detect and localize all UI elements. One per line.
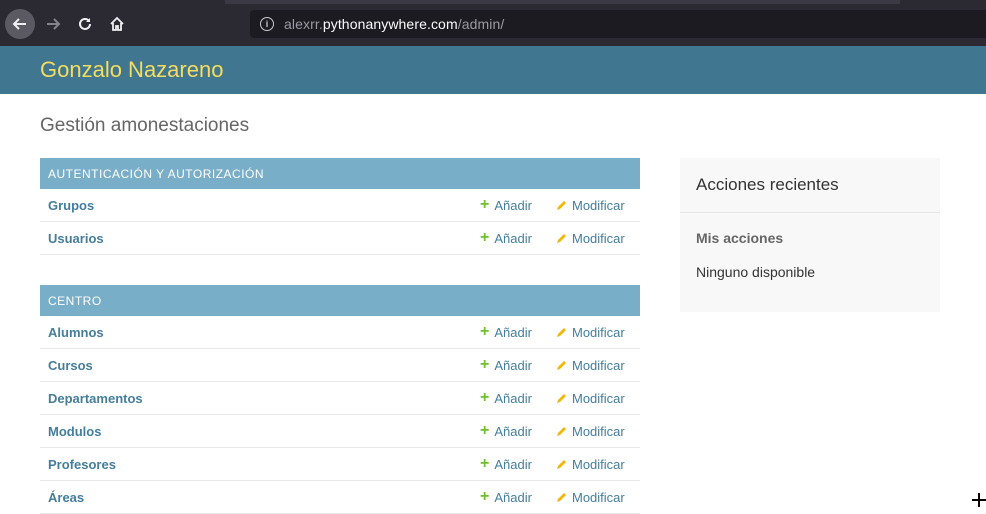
add-link[interactable]: + Añadir bbox=[480, 423, 532, 439]
back-button[interactable] bbox=[5, 9, 35, 39]
model-link[interactable]: Modulos bbox=[48, 424, 101, 439]
change-link[interactable]: Modificar bbox=[556, 358, 625, 373]
crosshair-cursor-icon bbox=[972, 493, 986, 507]
module-caption[interactable]: AUTENTICACIÓN Y AUTORIZACIÓN bbox=[40, 158, 640, 189]
plus-icon: + bbox=[480, 488, 490, 505]
model-link[interactable]: Usuarios bbox=[48, 231, 104, 246]
pencil-icon bbox=[557, 201, 566, 210]
pencil-icon bbox=[557, 427, 566, 436]
model-link[interactable]: Departamentos bbox=[48, 391, 143, 406]
pencil-icon bbox=[557, 361, 566, 370]
arrow-left-icon bbox=[12, 18, 26, 30]
plus-icon: + bbox=[480, 229, 490, 246]
add-link[interactable]: + Añadir bbox=[480, 197, 532, 213]
change-link[interactable]: Modificar bbox=[556, 231, 625, 246]
change-link[interactable]: Modificar bbox=[556, 391, 625, 406]
pencil-icon bbox=[557, 328, 566, 337]
reload-button[interactable] bbox=[70, 9, 100, 39]
table-row: Profesores + Añadir Modificar bbox=[40, 448, 640, 481]
no-actions-text: Ninguno disponible bbox=[696, 264, 816, 280]
model-link[interactable]: Áreas bbox=[48, 490, 84, 505]
change-link[interactable]: Modificar bbox=[556, 325, 625, 340]
home-button[interactable] bbox=[102, 9, 132, 39]
change-link[interactable]: Modificar bbox=[556, 424, 625, 439]
add-link[interactable]: + Añadir bbox=[480, 230, 532, 246]
app-module-auth: AUTENTICACIÓN Y AUTORIZACIÓN Grupos + Aña… bbox=[40, 158, 640, 255]
table-row: Áreas + Añadir Modificar bbox=[40, 481, 640, 514]
address-bar[interactable]: i alexrr.pythonanywhere.com/admin/ bbox=[250, 10, 986, 38]
reload-icon bbox=[79, 17, 91, 30]
home-icon bbox=[110, 16, 124, 31]
model-link[interactable]: Profesores bbox=[48, 457, 116, 472]
add-link[interactable]: + Añadir bbox=[480, 489, 532, 505]
plus-icon: + bbox=[480, 196, 490, 213]
plus-icon: + bbox=[480, 323, 490, 340]
my-actions-heading: Mis acciones bbox=[696, 230, 784, 246]
table-row: Departamentos + Añadir Modificar bbox=[40, 382, 640, 415]
add-link[interactable]: + Añadir bbox=[480, 357, 532, 373]
model-link[interactable]: Grupos bbox=[48, 198, 94, 213]
page-title: Gestión amonestaciones bbox=[40, 115, 250, 136]
recent-actions-panel: Acciones recientes Mis acciones Ninguno … bbox=[680, 158, 940, 312]
pencil-icon bbox=[557, 394, 566, 403]
arrow-right-icon bbox=[47, 18, 61, 30]
change-link[interactable]: Modificar bbox=[556, 490, 625, 505]
info-icon[interactable]: i bbox=[260, 17, 274, 31]
add-link[interactable]: + Añadir bbox=[480, 456, 532, 472]
tab-strip bbox=[225, 0, 900, 4]
site-header: Gonzalo Nazareno bbox=[0, 46, 986, 94]
model-link[interactable]: Alumnos bbox=[48, 325, 104, 340]
table-row: Modulos + Añadir Modificar bbox=[40, 415, 640, 448]
change-link[interactable]: Modificar bbox=[556, 198, 625, 213]
add-link[interactable]: + Añadir bbox=[480, 390, 532, 406]
add-link[interactable]: + Añadir bbox=[480, 324, 532, 340]
change-link[interactable]: Modificar bbox=[556, 457, 625, 472]
table-row: Cursos + Añadir Modificar bbox=[40, 349, 640, 382]
url-text: alexrr.pythonanywhere.com/admin/ bbox=[284, 16, 505, 32]
plus-icon: + bbox=[480, 422, 490, 439]
table-row: Grupos + Añadir Modificar bbox=[40, 189, 640, 222]
table-row: Alumnos + Añadir Modificar bbox=[40, 316, 640, 349]
plus-icon: + bbox=[480, 356, 490, 373]
module-caption[interactable]: CENTRO bbox=[40, 285, 640, 316]
browser-toolbar: i alexrr.pythonanywhere.com/admin/ bbox=[0, 0, 986, 46]
app-module-centro: CENTRO Alumnos + Añadir Modificar Cursos … bbox=[40, 285, 640, 514]
recent-actions-title: Acciones recientes bbox=[680, 158, 940, 213]
pencil-icon bbox=[557, 460, 566, 469]
pencil-icon bbox=[557, 493, 566, 502]
model-link[interactable]: Cursos bbox=[48, 358, 93, 373]
table-row: Usuarios + Añadir Modificar bbox=[40, 222, 640, 255]
plus-icon: + bbox=[480, 455, 490, 472]
plus-icon: + bbox=[480, 389, 490, 406]
forward-button[interactable] bbox=[38, 9, 68, 39]
pencil-icon bbox=[557, 234, 566, 243]
site-branding-link[interactable]: Gonzalo Nazareno bbox=[40, 57, 223, 83]
